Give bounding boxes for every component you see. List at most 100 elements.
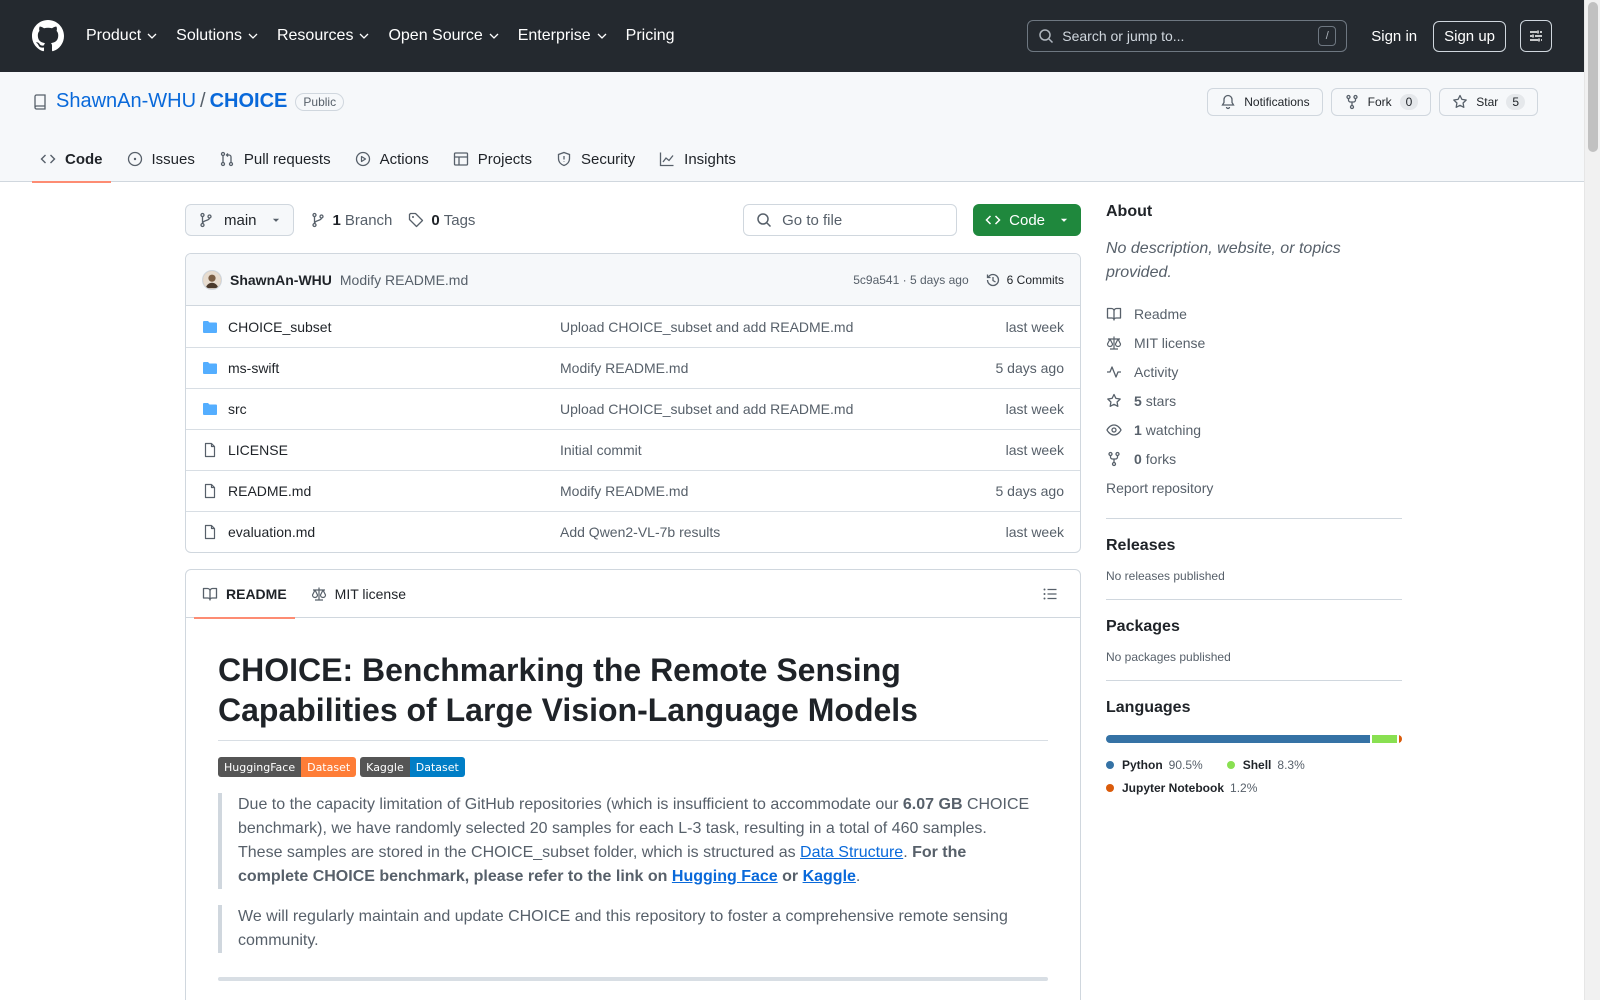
file-commit-message-link[interactable]: Modify README.md: [560, 483, 996, 499]
tab-insights[interactable]: Insights: [651, 136, 744, 182]
data-structure-link[interactable]: Data Structure: [800, 844, 903, 861]
file-list: CHOICE_subset Upload CHOICE_subset and ad…: [186, 306, 1080, 552]
tab-actions[interactable]: Actions: [347, 136, 437, 182]
hugging-face-link[interactable]: Hugging Face: [672, 868, 778, 885]
tags-link[interactable]: 0 Tags: [408, 212, 475, 229]
tab-projects[interactable]: Projects: [445, 136, 540, 182]
activity-link[interactable]: Activity: [1106, 357, 1402, 386]
file-name-link[interactable]: README.md: [228, 483, 560, 499]
language-item[interactable]: Jupyter Notebook 1.2%: [1106, 776, 1257, 799]
github-logo-icon[interactable]: [32, 20, 64, 52]
badge-row: HuggingFace Dataset Kaggle Dataset: [218, 757, 1048, 777]
kaggle-dataset-badge[interactable]: Kaggle Dataset: [360, 757, 465, 777]
packages-heading[interactable]: Packages: [1106, 618, 1402, 636]
file-name-link[interactable]: ms-swift: [228, 360, 560, 376]
file-name-link[interactable]: LICENSE: [228, 442, 560, 458]
nav-solutions[interactable]: Solutions: [176, 27, 259, 45]
file-commit-date: 5 days ago: [995, 360, 1065, 376]
file-commit-date: 5 days ago: [995, 483, 1065, 499]
about-heading: About: [1106, 203, 1153, 220]
nav-enterprise[interactable]: Enterprise: [518, 27, 608, 45]
stars-link[interactable]: 5 stars: [1106, 386, 1402, 415]
tab-projects-label: Projects: [477, 150, 532, 168]
repo-owner-link[interactable]: ShawnAn-WHU: [56, 90, 196, 113]
table-row[interactable]: ms-swift Modify README.md 5 days ago: [186, 347, 1080, 388]
branches-link[interactable]: 1 Branch: [310, 212, 392, 229]
nav-open-source[interactable]: Open Source: [388, 27, 499, 45]
fork-button[interactable]: Fork 0: [1330, 88, 1432, 116]
file-name-link[interactable]: CHOICE_subset: [228, 319, 560, 335]
code-dropdown-button[interactable]: Code: [973, 204, 1081, 236]
commit-message-link[interactable]: Modify README.md: [340, 272, 468, 288]
file-commit-message-link[interactable]: Add Qwen2-VL-7b results: [560, 524, 1006, 540]
tab-license[interactable]: MIT license: [311, 570, 406, 618]
table-row[interactable]: evaluation.md Add Qwen2-VL-7b results last…: [186, 511, 1080, 552]
quote-text: .: [903, 844, 913, 861]
kaggle-link[interactable]: Kaggle: [803, 868, 856, 885]
forks-link[interactable]: 0 forks: [1106, 444, 1402, 473]
nav-product[interactable]: Product: [86, 27, 158, 45]
language-item[interactable]: Shell 8.3%: [1226, 753, 1305, 776]
file-browser: ShawnAn-WHU Modify README.md 5c9a541 · 5…: [185, 253, 1081, 553]
repo-name-link[interactable]: CHOICE: [210, 90, 288, 113]
branch-select-button[interactable]: main: [185, 204, 294, 236]
watchers-link[interactable]: 1 watching: [1106, 415, 1402, 444]
readme-link-label: Readme: [1134, 305, 1187, 322]
commits-count-label: 6 Commits: [1006, 272, 1064, 287]
tab-pull-requests[interactable]: Pull requests: [211, 136, 339, 182]
page-scrollbar[interactable]: [1584, 0, 1600, 1000]
stars-count: 5: [1134, 392, 1142, 409]
file-commit-message-link[interactable]: Upload CHOICE_subset and add README.md: [560, 401, 1006, 417]
tab-security[interactable]: Security: [548, 136, 643, 182]
sign-in-link[interactable]: Sign in: [1371, 28, 1417, 45]
scrollbar-thumb[interactable]: [1588, 2, 1598, 152]
quote-bold-size: 6.07 GB: [902, 796, 963, 813]
report-repository-link[interactable]: Report repository: [1106, 473, 1402, 502]
table-row[interactable]: LICENSE Initial commit last week: [186, 429, 1080, 470]
tab-readme[interactable]: README: [194, 570, 295, 619]
main-content: main 1 Branch 0 Tags Go to file Code Sha…: [185, 203, 1081, 1000]
tab-issues-label: Issues: [151, 150, 195, 168]
commit-author-link[interactable]: ShawnAn-WHU: [230, 272, 332, 288]
badge-left-text: Kaggle: [360, 757, 410, 777]
outline-toggle-button[interactable]: [1036, 580, 1064, 608]
readme-link[interactable]: Readme: [1106, 299, 1402, 328]
fork-count: 0: [1399, 94, 1419, 110]
sign-up-button[interactable]: Sign up: [1433, 20, 1506, 52]
file-icon: [204, 442, 216, 458]
chevron-down-icon: [597, 33, 607, 39]
file-commit-message-link[interactable]: Upload CHOICE_subset and add README.md: [560, 319, 1006, 335]
list-unordered-icon: [1043, 588, 1057, 599]
huggingface-dataset-badge[interactable]: HuggingFace Dataset: [218, 757, 357, 777]
file-name-link[interactable]: evaluation.md: [228, 524, 560, 540]
star-button[interactable]: Star 5: [1439, 88, 1538, 116]
notifications-button[interactable]: Notifications: [1207, 88, 1323, 116]
file-commit-message-link[interactable]: Initial commit: [560, 442, 1006, 458]
tag-label: Tags: [443, 211, 476, 229]
star-icon: [1107, 393, 1121, 407]
table-row[interactable]: src Upload CHOICE_subset and add README.m…: [186, 388, 1080, 429]
folder-icon: [203, 362, 217, 374]
sliders-menu-button[interactable]: [1520, 20, 1552, 52]
file-name-link[interactable]: src: [228, 401, 560, 417]
nav-pricing[interactable]: Pricing: [626, 27, 675, 45]
avatar[interactable]: [202, 269, 222, 290]
nav-resources[interactable]: Resources: [277, 27, 370, 45]
file-commit-message-link[interactable]: Modify README.md: [560, 360, 996, 376]
search-input[interactable]: Search or jump to... /: [1027, 20, 1348, 52]
commit-hash-date[interactable]: 5c9a541 · 5 days ago: [853, 273, 968, 287]
file-commit-date: last week: [1005, 318, 1064, 335]
releases-heading[interactable]: Releases: [1106, 537, 1402, 555]
language-item[interactable]: Python 90.5%: [1106, 753, 1203, 776]
folder-icon: [203, 403, 217, 415]
code-icon: [40, 154, 56, 164]
go-to-file-input[interactable]: Go to file: [743, 204, 958, 236]
tab-issues[interactable]: Issues: [119, 136, 203, 182]
table-row[interactable]: README.md Modify README.md 5 days ago: [186, 470, 1080, 511]
readme-divider: [218, 977, 1048, 981]
commits-link[interactable]: 6 Commits: [985, 272, 1064, 288]
repo-title: ShawnAn-WHU / CHOICE Public: [32, 90, 345, 113]
license-link[interactable]: MIT license: [1106, 328, 1402, 357]
tab-code[interactable]: Code: [32, 136, 111, 183]
table-row[interactable]: CHOICE_subset Upload CHOICE_subset and ad…: [186, 306, 1080, 347]
